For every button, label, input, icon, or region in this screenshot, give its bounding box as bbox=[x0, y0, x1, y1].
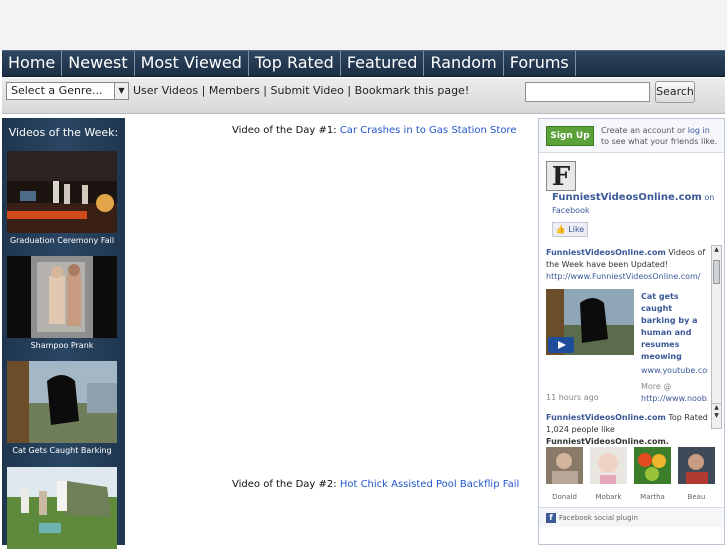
nav-most-viewed[interactable]: Most Viewed bbox=[135, 51, 249, 76]
prompt-text: Create an account or bbox=[601, 126, 688, 135]
prompt-text-end: to see what your friends like. bbox=[601, 137, 718, 146]
video-of-day-1-prefix: Video of the Day #1: bbox=[232, 125, 340, 136]
videos-of-week-sidebar: Videos of the Week: Graduation Ceremony … bbox=[2, 118, 125, 549]
signup-button[interactable]: Sign Up bbox=[546, 126, 594, 146]
link-separator: | bbox=[198, 84, 209, 97]
top-banner-area bbox=[0, 0, 727, 50]
link-members[interactable]: Members bbox=[209, 84, 260, 97]
likes-page-name: FunniestVideosOnline.com. bbox=[546, 437, 669, 446]
search-button[interactable]: Search bbox=[655, 81, 695, 103]
post-1-link[interactable]: http://www.FunniestVideosOnline.com/ bbox=[546, 272, 700, 281]
nav-featured[interactable]: Featured bbox=[341, 51, 425, 76]
thumbs-up-icon: 👍 bbox=[555, 225, 566, 234]
genre-select-value: Select a Genre... bbox=[11, 84, 103, 97]
link-user-videos[interactable]: User Videos bbox=[133, 84, 198, 97]
facebook-header: Sign Up Create an account or log in to s… bbox=[539, 119, 724, 153]
fan-avatar[interactable]: Martha bbox=[634, 447, 671, 501]
like-button[interactable]: 👍 Like bbox=[552, 222, 588, 237]
signup-prompt: Create an account or log in to see what … bbox=[601, 125, 719, 147]
login-link[interactable]: log in bbox=[688, 126, 710, 135]
link-submit-video[interactable]: Submit Video bbox=[271, 84, 344, 97]
post-1-video-title[interactable]: Cat gets caught barking by a human and r… bbox=[641, 291, 708, 363]
scroll-up-arrow-icon[interactable]: ▲ bbox=[712, 246, 721, 254]
post-1-text: FunniestVideosOnline.com Videos of the W… bbox=[546, 247, 708, 283]
fan-name[interactable]: Donald bbox=[546, 493, 583, 501]
video-label[interactable]: Cat Gets Caught Barking bbox=[7, 446, 117, 455]
main-nav: Home Newest Most Viewed Top Rated Featur… bbox=[2, 50, 725, 77]
video-thumbnail[interactable] bbox=[7, 361, 117, 443]
page-logo[interactable]: F bbox=[546, 161, 576, 192]
post-1-domain[interactable]: www.youtube.com bbox=[641, 365, 708, 377]
likes-count-line: 1,024 people like FunniestVideosOnline.c… bbox=[546, 424, 708, 448]
genre-select[interactable]: Select a Genre... ▼ bbox=[6, 82, 129, 100]
fan-avatar[interactable]: Mobark bbox=[590, 447, 627, 501]
search-input[interactable] bbox=[525, 82, 650, 102]
nav-top-rated[interactable]: Top Rated bbox=[249, 51, 341, 76]
scroll-down-arrow-icon[interactable]: ▼ bbox=[712, 412, 721, 420]
post-1-thumbnail[interactable] bbox=[546, 289, 634, 355]
dropdown-arrow-icon[interactable]: ▼ bbox=[114, 83, 128, 99]
like-label: Like bbox=[568, 225, 585, 234]
toolbar: Select a Genre... ▼ User Videos | Member… bbox=[2, 78, 725, 114]
video-card[interactable]: Cat Gets Caught Barking bbox=[7, 361, 117, 455]
footer-text[interactable]: Facebook social plugin bbox=[559, 514, 638, 522]
nav-newest[interactable]: Newest bbox=[62, 51, 135, 76]
video-label[interactable]: Shampoo Prank bbox=[7, 341, 117, 350]
link-bookmark[interactable]: Bookmark this page! bbox=[355, 84, 470, 97]
on-facebook-label: Facebook bbox=[552, 206, 590, 215]
fan-name[interactable]: Mobark bbox=[590, 493, 627, 501]
video-thumbnail[interactable] bbox=[7, 151, 117, 233]
post-1-author[interactable]: FunniestVideosOnline.com bbox=[546, 248, 666, 257]
stream-scrollbar-lower[interactable]: ▲ ▼ bbox=[711, 403, 722, 429]
video-of-day-1-link[interactable]: Car Crashes in to Gas Station Store bbox=[340, 125, 517, 136]
scroll-up-arrow-icon[interactable]: ▲ bbox=[712, 404, 721, 412]
scroll-thumb[interactable] bbox=[713, 260, 720, 284]
post-1-more: More @ bbox=[641, 382, 672, 391]
post-2-body: Top Rated bbox=[665, 413, 708, 422]
video-of-day-1-heading: Video of the Day #1: Car Crashes in to G… bbox=[232, 125, 516, 136]
stream-scrollbar[interactable]: ▲ bbox=[711, 245, 722, 427]
video-of-day-2-link[interactable]: Hot Chick Assisted Pool Backflip Fail bbox=[340, 479, 519, 490]
nav-random[interactable]: Random bbox=[424, 51, 504, 76]
video-thumbnail[interactable] bbox=[7, 467, 117, 549]
video-label[interactable]: Graduation Ceremony Fail bbox=[7, 236, 117, 245]
nav-home[interactable]: Home bbox=[2, 51, 63, 76]
video-card[interactable]: Graduation Ceremony Fail bbox=[7, 151, 117, 245]
post-1-details: Cat gets caught barking by a human and r… bbox=[641, 291, 708, 405]
post-2-text: FunniestVideosOnline.com Top Rated bbox=[546, 412, 708, 424]
toolbar-links: User Videos | Members | Submit Video | B… bbox=[133, 84, 469, 97]
post-2-author[interactable]: FunniestVideosOnline.com bbox=[546, 413, 666, 422]
video-card[interactable] bbox=[7, 467, 117, 549]
facebook-icon: f bbox=[546, 513, 556, 523]
play-icon[interactable] bbox=[548, 337, 574, 353]
page-name-suffix: on bbox=[701, 193, 715, 202]
fan-name[interactable]: Beau bbox=[678, 493, 715, 501]
fan-avatar[interactable]: Beau bbox=[678, 447, 715, 501]
nav-forums[interactable]: Forums bbox=[504, 51, 576, 76]
fan-avatar[interactable]: Donald bbox=[546, 447, 583, 501]
post-1-more-link[interactable]: http://www.noob.us bbox=[641, 393, 708, 405]
likes-count: 1,024 people like bbox=[546, 425, 615, 434]
fans-grid: Donald Mobark Martha Beau bbox=[546, 447, 718, 501]
video-thumbnail[interactable] bbox=[7, 256, 117, 338]
page-name-link[interactable]: FunniestVideosOnline.com on bbox=[552, 192, 714, 203]
link-separator: | bbox=[259, 84, 271, 97]
video-card[interactable]: Shampoo Prank bbox=[7, 256, 117, 350]
page-name[interactable]: FunniestVideosOnline.com bbox=[552, 192, 702, 203]
sidebar-title: Videos of the Week: bbox=[8, 126, 119, 139]
fan-name[interactable]: Martha bbox=[634, 493, 671, 501]
video-of-day-2-prefix: Video of the Day #2: bbox=[232, 479, 340, 490]
post-1-attachment[interactable]: Cat gets caught barking by a human and r… bbox=[546, 289, 708, 403]
video-of-day-2-heading: Video of the Day #2: Hot Chick Assisted … bbox=[232, 479, 519, 490]
facebook-like-box: Sign Up Create an account or log in to s… bbox=[538, 118, 725, 545]
facebook-plugin-footer: f Facebook social plugin bbox=[539, 507, 724, 527]
link-separator: | bbox=[343, 84, 355, 97]
